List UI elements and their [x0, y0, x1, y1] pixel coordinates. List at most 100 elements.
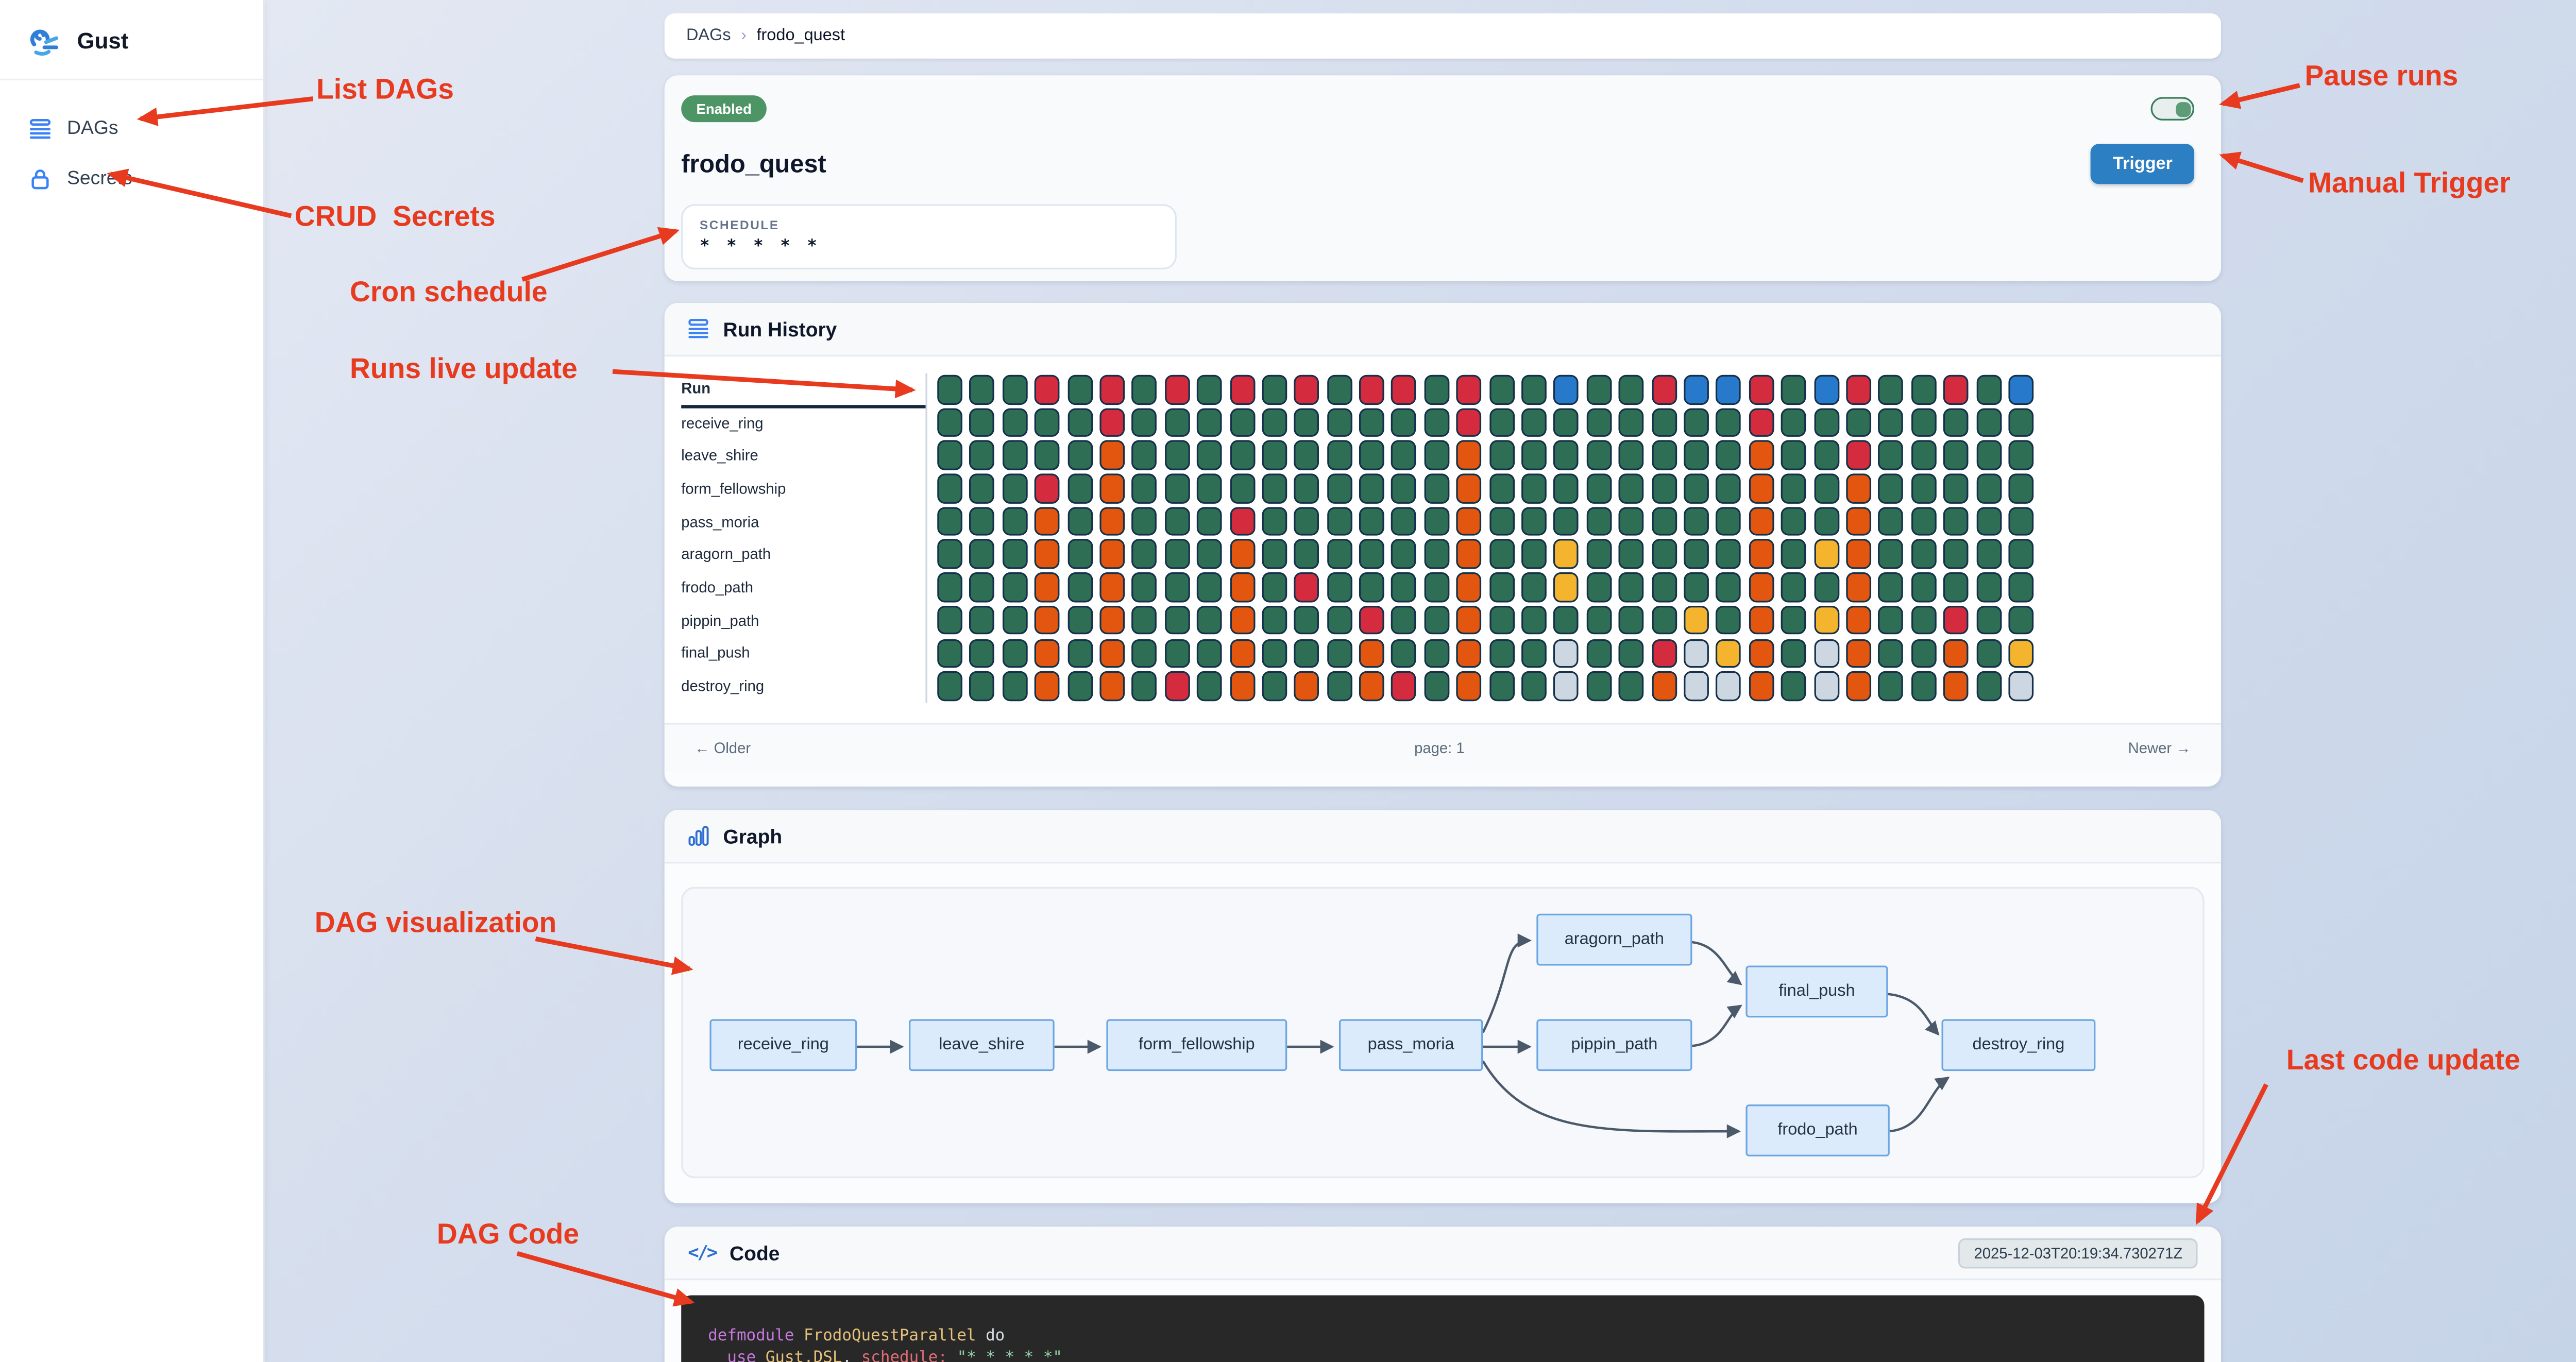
run-status-cell[interactable]	[1327, 474, 1352, 503]
run-status-cell[interactable]	[1229, 639, 1255, 668]
run-status-cell[interactable]	[1814, 408, 1839, 437]
graph-node-form_fellowship[interactable]: form_fellowship	[1106, 1019, 1287, 1071]
run-status-cell[interactable]	[1943, 441, 1969, 470]
run-status-cell[interactable]	[1294, 441, 1319, 470]
run-status-cell[interactable]	[1424, 375, 1449, 404]
run-status-cell[interactable]	[1716, 375, 1741, 404]
run-status-cell[interactable]	[1489, 441, 1514, 470]
run-status-cell[interactable]	[1424, 507, 1449, 536]
run-status-cell[interactable]	[1554, 573, 1579, 602]
run-status-cell[interactable]	[1359, 639, 1384, 668]
graph-node-destroy_ring[interactable]: destroy_ring	[1941, 1019, 2095, 1071]
run-status-cell[interactable]	[1392, 375, 1417, 404]
run-status-cell[interactable]	[1294, 606, 1319, 635]
run-status-cell[interactable]	[1911, 375, 1936, 404]
run-status-cell[interactable]	[1456, 540, 1482, 569]
run-status-cell[interactable]	[1424, 671, 1449, 701]
run-status-cell[interactable]	[1878, 474, 1904, 503]
run-status-cell[interactable]	[1132, 408, 1157, 437]
run-status-cell[interactable]	[1651, 474, 1676, 503]
run-status-cell[interactable]	[1067, 507, 1092, 536]
run-status-cell[interactable]	[970, 507, 995, 536]
run-status-cell[interactable]	[1262, 573, 1287, 602]
run-status-cell[interactable]	[1684, 671, 1709, 701]
run-status-cell[interactable]	[1846, 671, 1871, 701]
run-status-cell[interactable]	[970, 606, 995, 635]
run-status-cell[interactable]	[1197, 573, 1222, 602]
run-status-cell[interactable]	[1294, 573, 1319, 602]
run-status-cell[interactable]	[1878, 573, 1904, 602]
run-status-cell[interactable]	[1586, 441, 1612, 470]
run-status-cell[interactable]	[1229, 507, 1255, 536]
run-status-cell[interactable]	[1099, 606, 1125, 635]
run-status-cell[interactable]	[1911, 573, 1936, 602]
run-status-cell[interactable]	[1164, 375, 1190, 404]
run-status-cell[interactable]	[1359, 671, 1384, 701]
run-status-cell[interactable]	[1002, 507, 1027, 536]
run-status-cell[interactable]	[1619, 507, 1644, 536]
run-status-cell[interactable]	[1327, 540, 1352, 569]
run-status-cell[interactable]	[2008, 573, 2033, 602]
run-status-cell[interactable]	[1002, 375, 1027, 404]
run-status-cell[interactable]	[1197, 540, 1222, 569]
run-status-cell[interactable]	[1619, 474, 1644, 503]
run-status-cell[interactable]	[1716, 671, 1741, 701]
run-status-cell[interactable]	[1781, 408, 1806, 437]
run-status-cell[interactable]	[1035, 671, 1060, 701]
run-status-cell[interactable]	[1651, 606, 1676, 635]
run-status-cell[interactable]	[1814, 507, 1839, 536]
run-status-cell[interactable]	[1521, 507, 1547, 536]
run-status-cell[interactable]	[1327, 441, 1352, 470]
run-status-cell[interactable]	[1197, 606, 1222, 635]
run-status-cell[interactable]	[1814, 441, 1839, 470]
run-status-cell[interactable]	[1164, 408, 1190, 437]
run-status-cell[interactable]	[1943, 474, 1969, 503]
run-status-cell[interactable]	[1035, 474, 1060, 503]
run-status-cell[interactable]	[1521, 408, 1547, 437]
run-status-cell[interactable]	[1814, 639, 1839, 668]
graph-node-final_push[interactable]: final_push	[1745, 965, 1888, 1017]
run-status-cell[interactable]	[1294, 507, 1319, 536]
run-status-cell[interactable]	[1359, 441, 1384, 470]
run-status-cell[interactable]	[1489, 474, 1514, 503]
run-status-cell[interactable]	[1456, 671, 1482, 701]
run-status-cell[interactable]	[1294, 671, 1319, 701]
run-status-cell[interactable]	[1684, 474, 1709, 503]
run-status-cell[interactable]	[1716, 573, 1741, 602]
run-status-cell[interactable]	[1424, 441, 1449, 470]
run-status-cell[interactable]	[1067, 606, 1092, 635]
newer-button[interactable]: Newer →	[2128, 740, 2191, 756]
run-status-cell[interactable]	[937, 441, 962, 470]
run-status-cell[interactable]	[1424, 639, 1449, 668]
run-status-cell[interactable]	[1229, 441, 1255, 470]
run-status-cell[interactable]	[1262, 606, 1287, 635]
run-status-cell[interactable]	[1716, 408, 1741, 437]
run-status-cell[interactable]	[1327, 507, 1352, 536]
run-status-cell[interactable]	[1132, 441, 1157, 470]
run-status-cell[interactable]	[1943, 408, 1969, 437]
run-status-cell[interactable]	[970, 573, 995, 602]
run-status-cell[interactable]	[1359, 507, 1384, 536]
sidebar-item-secrets[interactable]: Secrets	[0, 154, 263, 204]
run-status-cell[interactable]	[1392, 441, 1417, 470]
run-status-cell[interactable]	[1619, 408, 1644, 437]
run-status-cell[interactable]	[1262, 507, 1287, 536]
run-status-cell[interactable]	[1976, 540, 2001, 569]
run-status-cell[interactable]	[1067, 408, 1092, 437]
run-status-cell[interactable]	[970, 474, 995, 503]
run-status-cell[interactable]	[1002, 441, 1027, 470]
run-status-cell[interactable]	[1586, 671, 1612, 701]
run-status-cell[interactable]	[1099, 639, 1125, 668]
run-status-cell[interactable]	[1424, 606, 1449, 635]
run-status-cell[interactable]	[1002, 408, 1027, 437]
run-status-cell[interactable]	[1489, 639, 1514, 668]
run-status-cell[interactable]	[1976, 441, 2001, 470]
run-status-cell[interactable]	[1619, 573, 1644, 602]
run-status-cell[interactable]	[1294, 540, 1319, 569]
run-status-cell[interactable]	[1229, 606, 1255, 635]
run-status-cell[interactable]	[1619, 606, 1644, 635]
run-status-cell[interactable]	[1878, 375, 1904, 404]
run-status-cell[interactable]	[1392, 540, 1417, 569]
run-status-cell[interactable]	[1099, 507, 1125, 536]
run-status-cell[interactable]	[1197, 507, 1222, 536]
